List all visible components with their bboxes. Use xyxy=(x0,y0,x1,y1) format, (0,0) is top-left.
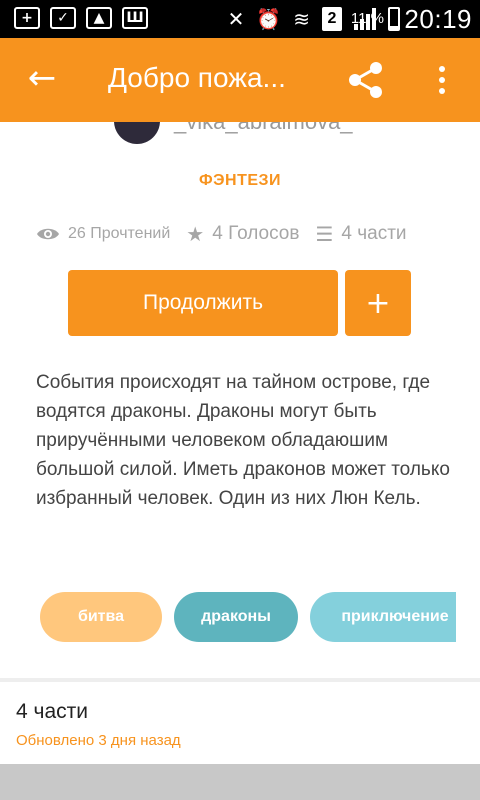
parts-header[interactable]: 4 части xyxy=(16,700,88,724)
reads-stat: 26 Прочтений xyxy=(36,225,170,243)
share-icon xyxy=(349,62,382,98)
story-details: _vika_abraimova_ ФЭНТЕЗИ 26 Прочтений ★ … xyxy=(0,122,480,800)
alarm-icon: ⏰ xyxy=(256,7,282,31)
battery-icon xyxy=(388,7,400,31)
tag-chip[interactable]: драконы xyxy=(174,592,298,642)
avatar[interactable] xyxy=(114,122,160,144)
section-divider xyxy=(0,678,480,682)
mute-icon: ✕ xyxy=(227,7,245,31)
continue-reading-button[interactable]: Продолжить xyxy=(68,270,338,336)
reads-count: 26 Прочтений xyxy=(68,225,171,242)
votes-count: 4 Голосов xyxy=(212,223,300,244)
tag-chip[interactable]: приключение xyxy=(310,592,456,642)
tag-list: битва драконы приключение xyxy=(40,592,456,642)
tag-chip[interactable]: битва xyxy=(40,592,162,642)
parts-count: 4 части xyxy=(341,223,407,244)
list-icon: ☰ xyxy=(315,222,334,246)
author-row[interactable]: _vika_abraimova_ xyxy=(114,122,353,144)
share-button[interactable] xyxy=(342,56,390,104)
more-vertical-icon xyxy=(439,66,445,72)
more-options-button[interactable] xyxy=(424,56,460,104)
parts-updated-label: Обновлено 3 дня назад xyxy=(16,732,181,749)
clock: 20:19 xyxy=(404,4,472,34)
next-section-peek: ​ xyxy=(0,764,480,800)
notification-icon: Ш xyxy=(122,7,148,29)
toolbar-title: Добро пожа... xyxy=(108,62,286,93)
story-description: События происходят на тайном острове, гд… xyxy=(36,372,450,509)
check-file-icon: ✓ xyxy=(50,7,76,29)
status-bar: + ✓ ▲ Ш ✕ ⏰ ≋ 2 11 % 20:19 xyxy=(0,0,480,38)
votes-stat: ★ 4 Голосов xyxy=(186,222,299,246)
star-icon: ★ xyxy=(186,222,205,246)
image-icon: ▲ xyxy=(86,7,112,29)
genre-label[interactable]: ФЭНТЕЗИ xyxy=(0,172,480,190)
sim-slot-badge: 2 xyxy=(322,7,342,31)
wifi-icon: ≋ xyxy=(293,7,310,31)
battery-percent: 11 % xyxy=(350,10,384,27)
arrow-left-icon: ← xyxy=(27,58,57,98)
eye-icon xyxy=(37,228,59,240)
add-to-library-button[interactable]: + xyxy=(345,270,411,336)
notification-icons: + ✓ ▲ Ш xyxy=(14,7,148,29)
back-button[interactable]: ← xyxy=(20,56,64,100)
story-stats: 26 Прочтений ★ 4 Голосов ☰ 4 части xyxy=(36,222,423,246)
parts-stat: ☰ 4 части xyxy=(315,222,406,246)
add-box-icon: + xyxy=(14,7,40,29)
author-name[interactable]: _vika_abraimova_ xyxy=(174,122,353,135)
app-toolbar: ← Добро пожа... xyxy=(0,38,480,122)
